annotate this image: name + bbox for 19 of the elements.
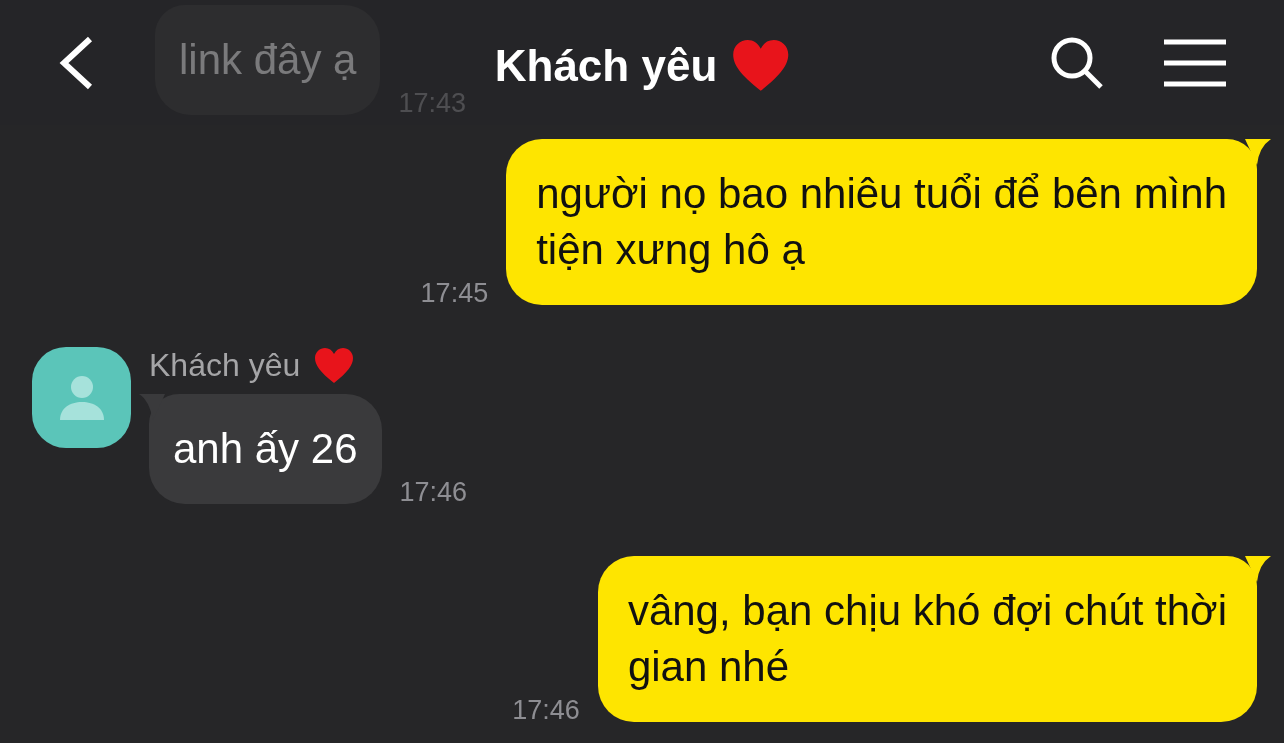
sender-name: Khách yêu <box>149 347 301 384</box>
message-time: 17:45 <box>420 278 489 309</box>
message-text: link đây ạ <box>179 35 357 85</box>
avatar[interactable] <box>32 347 131 448</box>
menu-button[interactable] <box>1164 38 1226 87</box>
chat-title: Khách yêu <box>494 41 718 92</box>
back-icon <box>58 34 94 91</box>
menu-icon <box>1164 38 1226 87</box>
message-text: người nọ bao nhiêu tuổi để bên mình tiện xưng hô ạ <box>536 169 1227 275</box>
message-time: 17:46 <box>512 695 580 726</box>
heart-icon <box>314 347 355 384</box>
message-text: anh ấy 26 <box>173 424 358 474</box>
message-time: 17:46 <box>399 477 468 508</box>
search-button[interactable] <box>1050 35 1104 90</box>
search-icon <box>1050 35 1104 90</box>
back-button[interactable] <box>58 34 94 91</box>
person-icon <box>57 373 106 422</box>
heart-icon <box>731 40 790 93</box>
message-text: vâng, bạn chịu khó đợi chút thời gian nhé <box>627 586 1227 692</box>
